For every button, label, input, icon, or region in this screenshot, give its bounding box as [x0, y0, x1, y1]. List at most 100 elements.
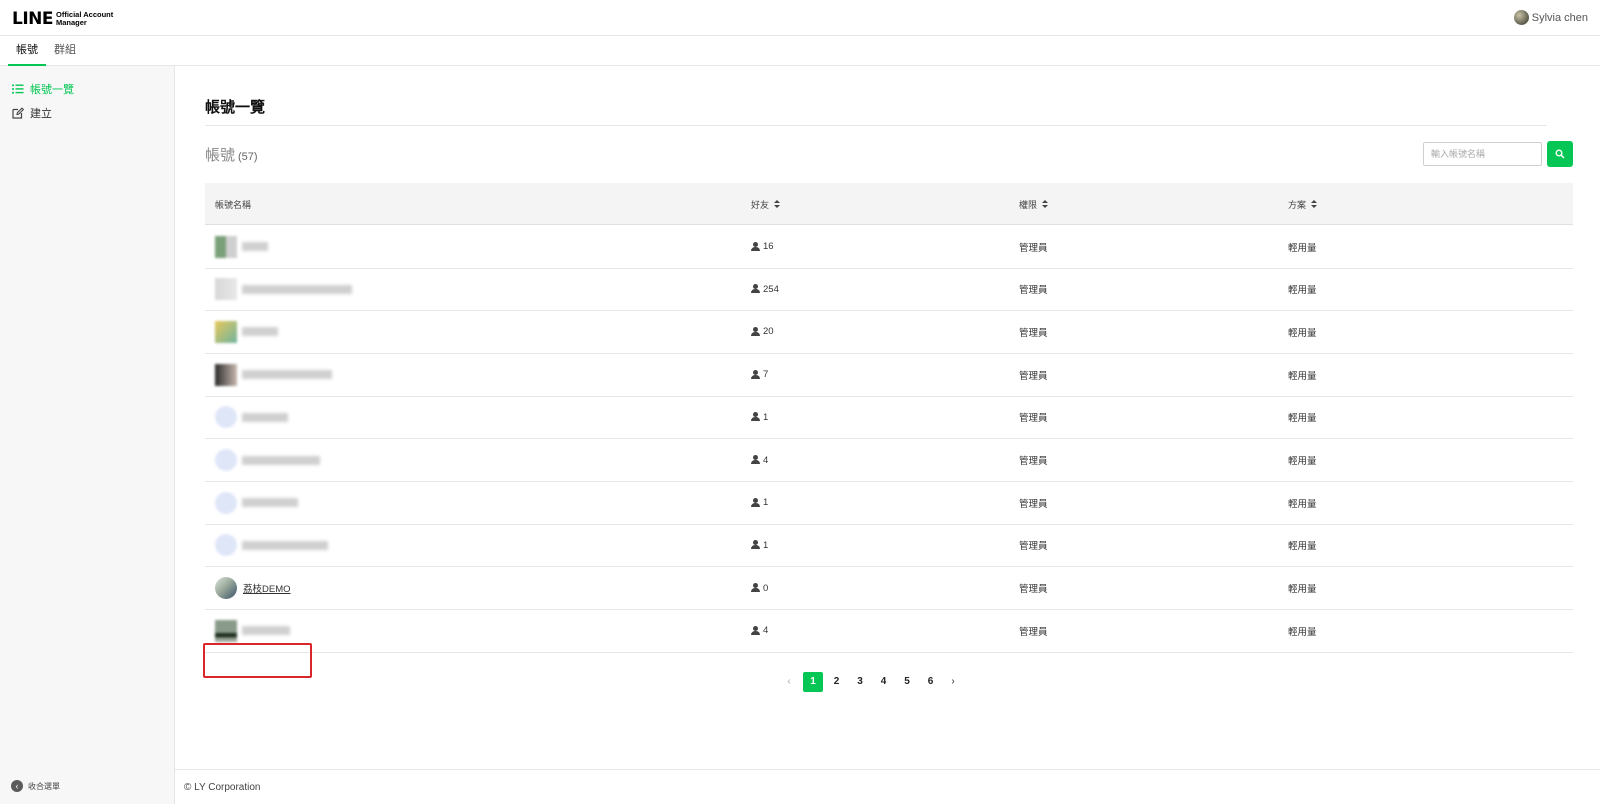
table-row[interactable]: 4 管理員 輕用量 [205, 439, 1573, 482]
friends-count-cell: 254 [751, 268, 779, 311]
user-name: Sylvia chen [1531, 11, 1588, 24]
account-avatar-redacted [215, 320, 237, 343]
account-name-cell[interactable] [205, 225, 268, 268]
column-header-name-label: 帳號名稱 [215, 200, 252, 210]
friends-icon [751, 412, 761, 422]
plan-cell-text: 輕用量 [1288, 327, 1317, 339]
search-icon [1555, 149, 1565, 159]
account-avatar-redacted [215, 406, 237, 429]
sidebar: 帳號一覽 建立 ‹ 收合選單 [0, 66, 175, 804]
tab-groups[interactable]: 群組 [50, 36, 80, 66]
sidebar-item-account-list[interactable]: 帳號一覽 [12, 81, 74, 97]
friends-count: 1 [763, 539, 769, 551]
account-name-redacted[interactable] [242, 412, 288, 422]
friends-icon [751, 497, 761, 508]
table-row[interactable]: 254 管理員 輕用量 [205, 268, 1573, 312]
account-avatar [215, 577, 237, 600]
friends-icon [751, 455, 761, 465]
role-cell: 管理員 [1019, 609, 1048, 652]
friends-count: 4 [763, 454, 769, 466]
accounts-label: 帳號 [205, 147, 236, 164]
account-name-redacted[interactable] [242, 327, 278, 337]
account-name-cell[interactable]: 荔枝DEMO [205, 567, 291, 610]
role-cell: 管理員 [1019, 396, 1048, 439]
column-header-plan[interactable]: 方案 [1288, 198, 1318, 211]
table-row[interactable]: 20 管理員 輕用量 [205, 310, 1573, 354]
next-page-button[interactable]: › [943, 672, 963, 692]
friends-count: 254 [763, 283, 779, 295]
friends-count-cell: 4 [751, 609, 768, 652]
account-name-cell[interactable] [205, 524, 328, 567]
account-search-input[interactable] [1423, 142, 1542, 166]
role-cell: 管理員 [1019, 268, 1048, 311]
sort-icon[interactable] [774, 200, 781, 209]
search-button[interactable] [1547, 141, 1573, 167]
friends-count-cell: 4 [751, 439, 768, 482]
tab-accounts[interactable]: 帳號 [8, 36, 46, 66]
collapse-menu-button[interactable]: ‹ 收合選單 [11, 780, 60, 792]
sort-icon[interactable] [1311, 200, 1318, 209]
account-name-redacted[interactable] [242, 242, 268, 251]
plan-cell-text: 輕用量 [1288, 285, 1317, 297]
friends-count-cell: 16 [751, 225, 774, 268]
plan-cell: 輕用量 [1288, 567, 1317, 610]
account-name-cell[interactable] [205, 609, 290, 652]
friends-count: 1 [763, 497, 769, 509]
line-oa-manager-logo[interactable]: LINE Official Account Manager [12, 9, 113, 29]
sort-icon[interactable] [1042, 200, 1049, 209]
friends-icon [751, 583, 761, 593]
table-row[interactable]: 16 管理員 輕用量 [205, 225, 1573, 269]
sidebar-item-create[interactable]: 建立 [12, 105, 52, 121]
friends-count: 4 [763, 625, 769, 637]
table-row[interactable]: 1 管理員 輕用量 [205, 524, 1573, 568]
table-row[interactable]: 1 管理員 輕用量 [205, 396, 1573, 440]
collapse-menu-label: 收合選單 [28, 781, 60, 791]
account-name-cell[interactable] [205, 396, 288, 439]
account-name-redacted[interactable] [242, 498, 298, 508]
friends-count-cell: 1 [751, 524, 768, 567]
logo-sub-line-2: Manager [56, 18, 87, 27]
role-cell-text: 管理員 [1019, 541, 1048, 553]
page-button-6[interactable]: 6 [921, 672, 941, 692]
friends-icon [751, 540, 761, 550]
user-menu[interactable]: Sylvia chen [1513, 10, 1588, 25]
role-cell: 管理員 [1019, 567, 1048, 610]
page-title: 帳號一覽 [205, 99, 266, 116]
account-name-cell[interactable] [205, 439, 320, 482]
page-button-1[interactable]: 1 [803, 672, 823, 692]
friends-count: 0 [763, 582, 769, 594]
column-header-friends-label: 好友 [751, 200, 770, 210]
role-cell: 管理員 [1019, 310, 1048, 353]
table-row[interactable]: 荔枝DEMO 0 管理員 輕用量 [205, 567, 1573, 611]
plan-cell-text: 輕用量 [1288, 626, 1317, 638]
page-button-5[interactable]: 5 [897, 672, 917, 692]
account-avatar-redacted [215, 491, 237, 514]
account-name-cell[interactable] [205, 481, 298, 524]
sidebar-item-label: 建立 [30, 108, 52, 120]
page-button-3[interactable]: 3 [850, 672, 870, 692]
account-name-redacted[interactable] [242, 455, 320, 465]
sidebar-item-label: 帳號一覽 [30, 84, 74, 96]
account-name-cell[interactable] [205, 353, 332, 396]
list-icon [12, 83, 24, 95]
account-name-redacted[interactable] [242, 540, 328, 550]
column-header-role[interactable]: 權限 [1019, 198, 1049, 211]
friends-icon [751, 625, 761, 636]
role-cell-text: 管理員 [1019, 327, 1048, 339]
top-bar: LINE Official Account Manager Sylvia che… [0, 0, 1600, 36]
column-header-friends[interactable]: 好友 [751, 198, 781, 211]
plan-cell-text: 輕用量 [1288, 498, 1317, 510]
table-row[interactable]: 7 管理員 輕用量 [205, 353, 1573, 397]
table-row[interactable]: 1 管理員 輕用量 [205, 481, 1573, 525]
account-name-redacted[interactable] [242, 626, 290, 636]
page-button-4[interactable]: 4 [874, 672, 894, 692]
account-name-cell[interactable] [205, 310, 278, 353]
friends-count-cell: 20 [751, 310, 774, 353]
account-name-cell[interactable] [205, 268, 352, 311]
account-name-link[interactable]: 荔枝DEMO [243, 581, 291, 595]
account-name-redacted[interactable] [242, 284, 352, 294]
account-name-redacted[interactable] [242, 370, 332, 380]
table-row[interactable]: 4 管理員 輕用量 [205, 609, 1573, 653]
prev-page-button[interactable]: ‹ [779, 672, 799, 692]
page-button-2[interactable]: 2 [827, 672, 847, 692]
